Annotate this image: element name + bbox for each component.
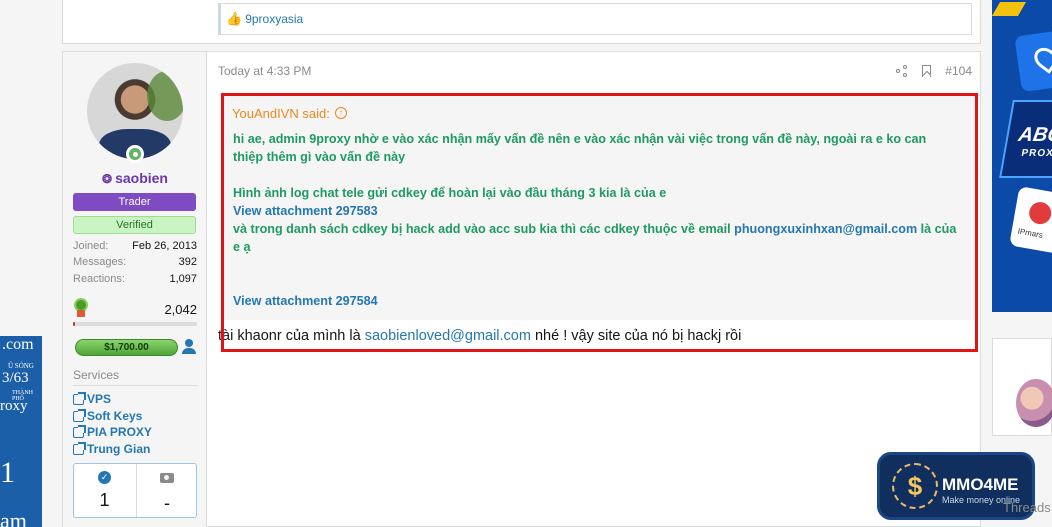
reactions-bar[interactable]: 👍 9proxyasia xyxy=(218,3,972,35)
attachment-link[interactable]: View attachment 297583 xyxy=(233,202,967,220)
service-label: VPS xyxy=(87,392,112,406)
verified-badge: Verified xyxy=(73,216,196,234)
email-link[interactable]: saobienloved@gmail.com xyxy=(365,328,531,344)
quote-text: thiệp thêm gì vào vấn đề này xyxy=(233,150,406,164)
points-progress-bar xyxy=(73,322,197,326)
messages-stat: Messages: 392 xyxy=(73,256,197,268)
logo-text: IPmars xyxy=(1016,226,1044,240)
person-icon[interactable] xyxy=(181,339,197,355)
ad-text: .com xyxy=(2,336,34,353)
sidebar-card xyxy=(992,338,1052,436)
ad-text: 1 xyxy=(0,456,15,489)
quote-author[interactable]: YouAndIVN said: xyxy=(232,106,330,121)
online-status-icon xyxy=(126,145,144,163)
service-label: PIA PROXY xyxy=(87,425,152,439)
external-link-icon xyxy=(73,441,86,455)
reply-text-part: tài khaonr của mình là xyxy=(218,328,365,344)
service-link-vps[interactable]: VPS xyxy=(73,391,112,406)
joined-label: Joined: xyxy=(73,240,109,252)
quote-text: hi ae, admin 9proxy nhờ e vào xác nhận m… xyxy=(233,132,927,146)
ad-text: 3/63 xyxy=(2,370,29,386)
quote-block: YouAndIVN said: ↑ hi ae, admin 9proxy nh… xyxy=(221,94,977,320)
points-value[interactable]: 2,042 xyxy=(164,302,197,317)
right-banner-ad[interactable]: ABC PROXY IPmars xyxy=(992,0,1052,312)
quote-text: Hình ảnh log chat tele gửi cdkey để hoàn… xyxy=(233,186,667,200)
post-104: ❂ saobien Trader Verified Joined: Feb 26,… xyxy=(62,51,981,527)
trust-right-value: - xyxy=(164,493,170,513)
external-link-icon xyxy=(73,408,86,422)
left-banner-ad[interactable]: .com Ũ SÓNG 3/63 THÀNH PHỐ roxy 1 am xyxy=(0,336,42,527)
ad-text: roxy xyxy=(0,398,28,414)
trophy-icon xyxy=(73,298,89,318)
quote-header[interactable]: YouAndIVN said: ↑ xyxy=(224,94,977,124)
cash-icon xyxy=(160,473,174,483)
trust-left-value: 1 xyxy=(99,490,110,510)
previous-post: 👍 9proxyasia xyxy=(62,0,981,44)
quote-text: e ạ xyxy=(233,240,251,254)
messages-value[interactable]: 392 xyxy=(179,256,197,268)
post-header: Today at 4:33 PM #104 xyxy=(218,64,972,78)
user-rank-icon: ❂ xyxy=(102,172,113,186)
reactions-stat: Reactions: 1,097 xyxy=(73,273,197,285)
joined-stat: Joined: Feb 26, 2013 xyxy=(73,240,197,252)
messages-label: Messages: xyxy=(73,256,127,268)
user-info-cell: ❂ saobien Trader Verified Joined: Feb 26,… xyxy=(63,52,207,527)
service-label: Soft Keys xyxy=(87,409,143,423)
service-link-pia-proxy[interactable]: PIA PROXY xyxy=(73,424,152,439)
reply-text-part: nhé ! vậy site của nó bị hackj rồi xyxy=(530,328,742,344)
check-badge-icon: ✓ xyxy=(98,471,111,484)
username[interactable]: ❂ saobien xyxy=(63,170,207,186)
threads-label: Threads xyxy=(1003,500,1051,515)
quote-text: và trong danh sách cdkey bị hack add vào… xyxy=(233,220,967,238)
ipmars-logo: IPmars xyxy=(1009,186,1052,254)
quote-body: hi ae, admin 9proxy nhờ e vào xác nhận m… xyxy=(224,124,977,310)
reaction-user-link[interactable]: 9proxyasia xyxy=(245,12,303,26)
service-link-trung-gian[interactable]: Trung Gian xyxy=(73,441,151,456)
dollar-logo-icon: $ xyxy=(892,463,938,509)
logo-text: PROXY xyxy=(1020,148,1052,159)
ad-text: am xyxy=(0,508,27,527)
post-number[interactable]: #104 xyxy=(945,64,972,78)
joined-value: Feb 26, 2013 xyxy=(132,240,197,252)
bookmark-icon[interactable] xyxy=(922,65,932,77)
quote-text-part: và trong danh sách cdkey bị hack add vào… xyxy=(233,222,735,236)
email-link[interactable]: phuongxuxinhxan@gmail.com xyxy=(734,222,917,236)
service-label: Trung Gian xyxy=(87,442,151,456)
trust-right-col[interactable]: - xyxy=(136,464,197,517)
balance-badge[interactable]: $1,700.00 xyxy=(75,339,178,356)
username-text[interactable]: saobien xyxy=(115,170,168,186)
location-pin-icon xyxy=(1014,29,1052,93)
user-title-badge: Trader xyxy=(73,193,196,211)
post-timestamp[interactable]: Today at 4:33 PM xyxy=(218,64,311,78)
post-tools: #104 xyxy=(896,64,972,78)
external-link-icon xyxy=(73,391,86,405)
logo-text: ABC xyxy=(1016,124,1052,146)
trust-left-col[interactable]: ✓ 1 xyxy=(74,464,135,517)
points-progress-fill xyxy=(73,322,76,326)
arrow-up-circle-icon[interactable]: ↑ xyxy=(334,107,347,119)
service-link-soft-keys[interactable]: Soft Keys xyxy=(73,408,143,423)
trust-stats-box: ✓ 1 - xyxy=(73,463,197,518)
thumbs-up-icon: 👍 xyxy=(226,11,243,26)
external-link-icon xyxy=(73,424,86,438)
share-icon[interactable] xyxy=(896,65,908,77)
attachment-link[interactable]: View attachment 297584 xyxy=(233,292,967,310)
quote-text-part: là của xyxy=(917,222,957,236)
star-shape xyxy=(992,2,1027,16)
abc-proxy-logo: ABC PROXY xyxy=(999,100,1052,178)
reactions-label: Reactions: xyxy=(73,273,125,285)
ad-text: Ũ SÓNG xyxy=(8,362,34,370)
points-row: 2,042 xyxy=(73,298,197,318)
reactions-value: 1,097 xyxy=(169,273,197,285)
reply-text: tài khaonr của mình là saobienloved@gmai… xyxy=(218,328,741,344)
avatar-background xyxy=(147,71,183,121)
services-title: Services xyxy=(73,368,197,386)
widget-title: MMO4ME xyxy=(942,475,1019,494)
avatar[interactable] xyxy=(1016,379,1052,427)
